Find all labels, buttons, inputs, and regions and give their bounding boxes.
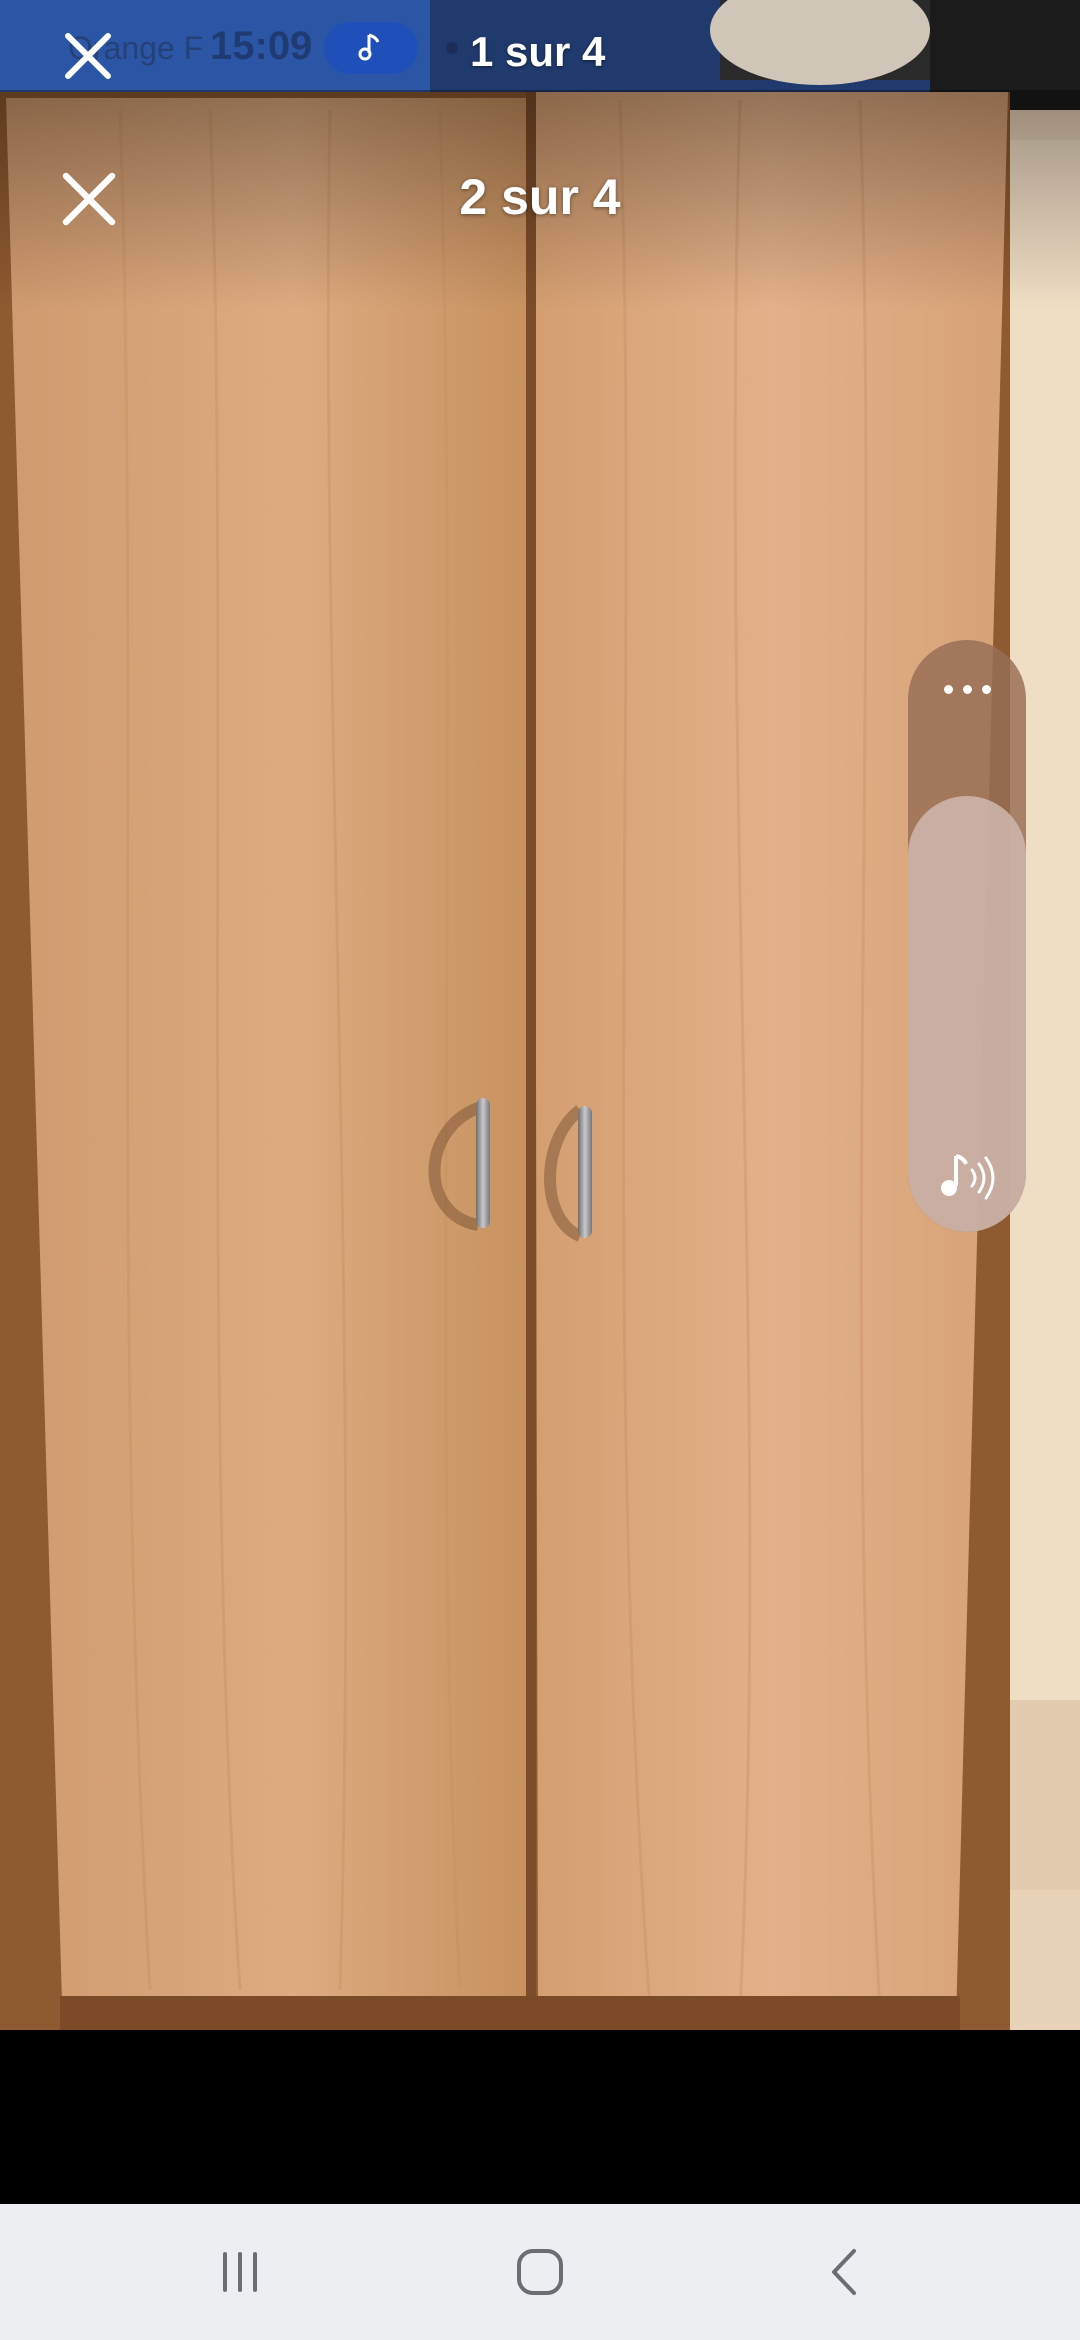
- music-playing-indicator[interactable]: [324, 22, 418, 74]
- close-icon[interactable]: [58, 168, 120, 230]
- media-volume-slider[interactable]: [908, 796, 1026, 1232]
- back-icon: [832, 2249, 856, 2295]
- previous-image-counter: 1 sur 4: [470, 28, 606, 75]
- recents-icon: [223, 2252, 257, 2292]
- volume-panel[interactable]: [908, 640, 1026, 1232]
- home-button[interactable]: [500, 2240, 580, 2304]
- close-icon[interactable]: [62, 30, 114, 82]
- status-bar: Orange F 15:09 1 sur 4: [0, 20, 1080, 90]
- notification-dot: [446, 42, 458, 54]
- recents-button[interactable]: [200, 2240, 280, 2304]
- music-volume-icon: [941, 1154, 995, 1200]
- clock: 15:09: [210, 24, 313, 68]
- music-note-icon: [358, 33, 380, 61]
- home-icon: [517, 2249, 563, 2295]
- back-button[interactable]: [804, 2240, 884, 2304]
- navigation-bar: [0, 2204, 1080, 2340]
- letterbox-bar: [0, 2030, 1080, 2204]
- image-counter: 2 sur 4: [459, 169, 621, 225]
- image-viewer-screen: Orange F 15:09 1 sur 4 2 sur 4: [0, 0, 1080, 2340]
- more-horizontal-icon[interactable]: [908, 664, 1026, 714]
